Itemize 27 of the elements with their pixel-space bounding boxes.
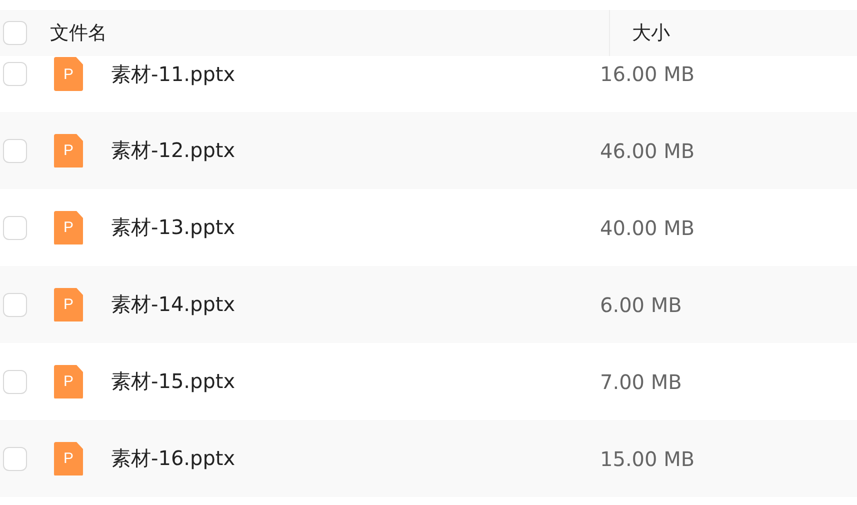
- file-name[interactable]: 素材-11.pptx: [111, 60, 600, 88]
- presentation-file-icon: P: [54, 210, 83, 244]
- presentation-file-icon: P: [54, 288, 83, 322]
- checkbox[interactable]: [3, 370, 27, 394]
- file-name[interactable]: 素材-15.pptx: [111, 368, 600, 395]
- checkbox[interactable]: [3, 21, 27, 45]
- file-name[interactable]: 素材-12.pptx: [111, 137, 600, 164]
- checkbox[interactable]: [3, 292, 27, 316]
- column-header[interactable]: 大小: [632, 20, 670, 46]
- file-size: 46.00 MB: [600, 138, 695, 162]
- checkbox[interactable]: [3, 62, 27, 86]
- file-name[interactable]: 素材-13.pptx: [111, 214, 600, 241]
- presentation-file-icon: P: [54, 364, 83, 398]
- file-size: 15.00 MB: [600, 446, 695, 470]
- checkbox[interactable]: [3, 216, 27, 240]
- column-header[interactable]: 文件名: [50, 20, 609, 46]
- file-size: 7.00 MB: [600, 370, 682, 394]
- checkbox[interactable]: [3, 138, 27, 162]
- presentation-file-icon: P: [54, 134, 83, 168]
- presentation-file-icon: P: [54, 57, 83, 91]
- file-size: 16.00 MB: [600, 62, 695, 86]
- checkbox[interactable]: [3, 446, 27, 470]
- file-size: 40.00 MB: [600, 216, 695, 240]
- file-size: 6.00 MB: [600, 292, 682, 316]
- presentation-file-icon: P: [54, 442, 83, 476]
- file-name[interactable]: 素材-16.pptx: [111, 445, 600, 472]
- file-name[interactable]: 素材-14.pptx: [111, 291, 600, 318]
